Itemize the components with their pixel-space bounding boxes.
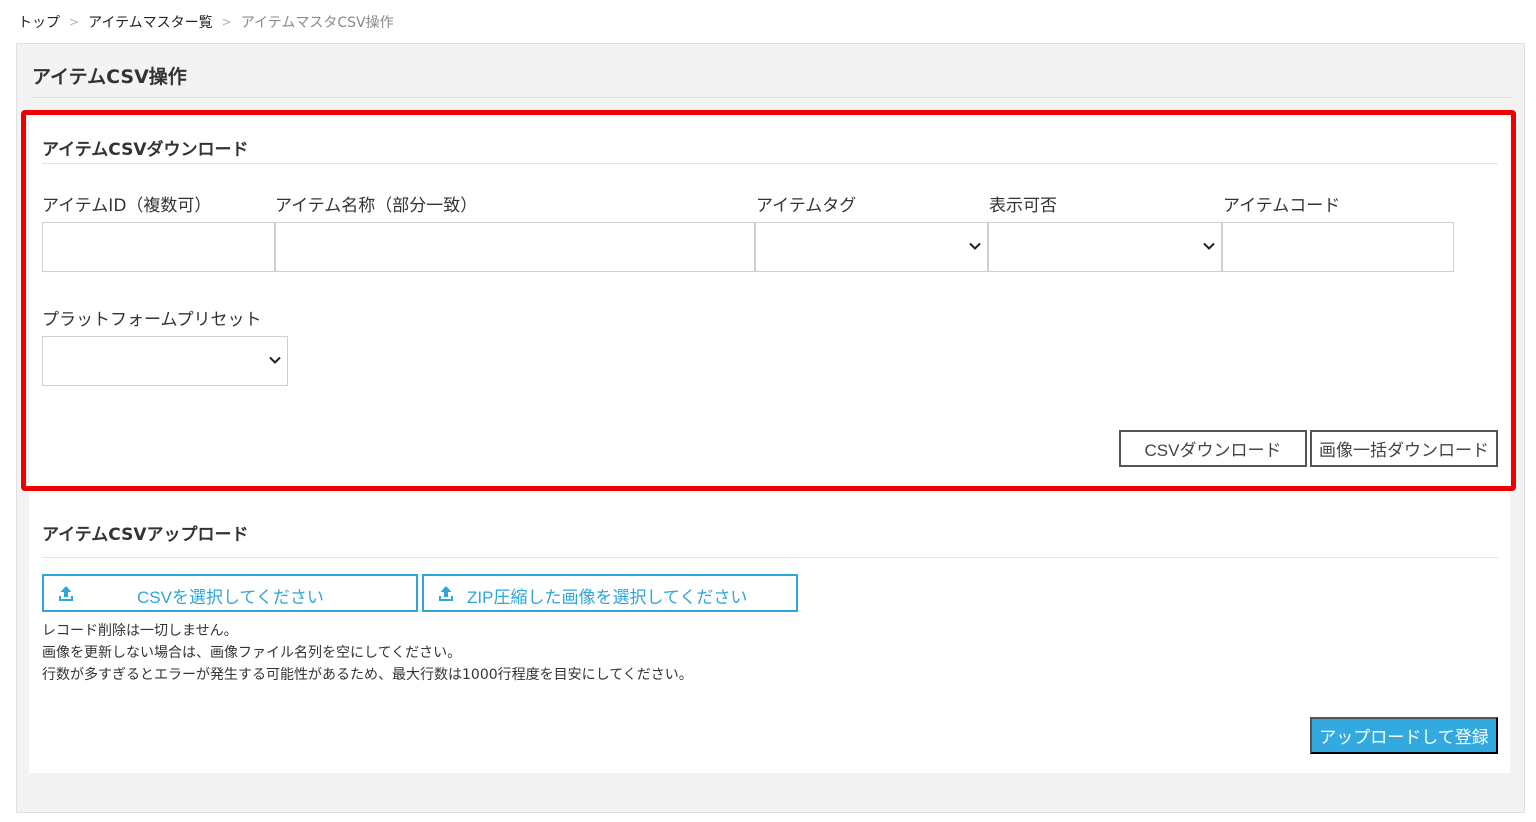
zip-image-select-label: ZIP圧縮した画像を選択してください [467,588,748,607]
item-name-input[interactable] [275,222,755,272]
item-id-label: アイテムID（複数可） [42,196,212,216]
chevron-down-icon [1203,242,1215,250]
item-name-label: アイテム名称（部分一致） [275,196,478,216]
divider [42,163,1498,164]
platform-preset-label: プラットフォームプリセット [42,310,262,330]
breadcrumb-current: アイテムマスタCSV操作 [240,15,394,31]
upload-icon [59,586,73,601]
upload-note: 画像を更新しない場合は、画像ファイル名列を空にしてください。 [42,645,462,661]
item-id-input[interactable] [42,222,275,272]
upload-icon [439,586,453,601]
item-tag-label: アイテムタグ [756,196,857,216]
upload-note: 行数が多すぎるとエラーが発生する可能性があるため、最大行数は1000行程度を目安… [42,667,693,683]
csv-download-section: アイテムCSVダウンロード アイテムID（複数可） アイテム名称（部分一致） ア… [29,114,1510,486]
bulk-image-download-button[interactable]: 画像一括ダウンロード [1310,430,1498,467]
visibility-select[interactable] [988,222,1222,272]
breadcrumb: トップ > アイテムマスター覧 > アイテムマスタCSV操作 [18,12,394,32]
breadcrumb-item-list-link[interactable]: アイテムマスター覧 [88,12,213,32]
chevron-down-icon [269,356,281,364]
zip-image-select-button[interactable]: ZIP圧縮した画像を選択してください [422,574,798,612]
item-code-input[interactable] [1222,222,1454,272]
page-title: アイテムCSV操作 [32,66,187,88]
divider [31,97,1511,98]
breadcrumb-top-link[interactable]: トップ [18,12,60,32]
divider [42,557,1498,558]
upload-section-title: アイテムCSVアップロード [42,525,249,545]
csv-file-select-label: CSVを選択してください [137,588,324,607]
upload-note: レコード削除は一切しません。 [42,623,238,639]
platform-preset-select[interactable] [42,336,288,386]
csv-upload-section: アイテムCSVアップロード CSVを選択してください ZIP圧縮した画像を選択し… [29,486,1510,773]
item-code-label: アイテムコード [1223,196,1341,216]
upload-register-button[interactable]: アップロードして登録 [1310,717,1498,754]
upload-notes: レコード削除は一切しません。 画像を更新しない場合は、画像ファイル名列を空にして… [42,620,693,686]
breadcrumb-separator: > [69,15,80,29]
visibility-label: 表示可否 [989,196,1057,216]
chevron-down-icon [969,242,981,250]
download-section-title: アイテムCSVダウンロード [42,140,249,160]
breadcrumb-separator: > [221,15,232,29]
csv-download-button[interactable]: CSVダウンロード [1119,430,1307,467]
csv-file-select-button[interactable]: CSVを選択してください [42,574,418,612]
item-tag-select[interactable] [755,222,988,272]
